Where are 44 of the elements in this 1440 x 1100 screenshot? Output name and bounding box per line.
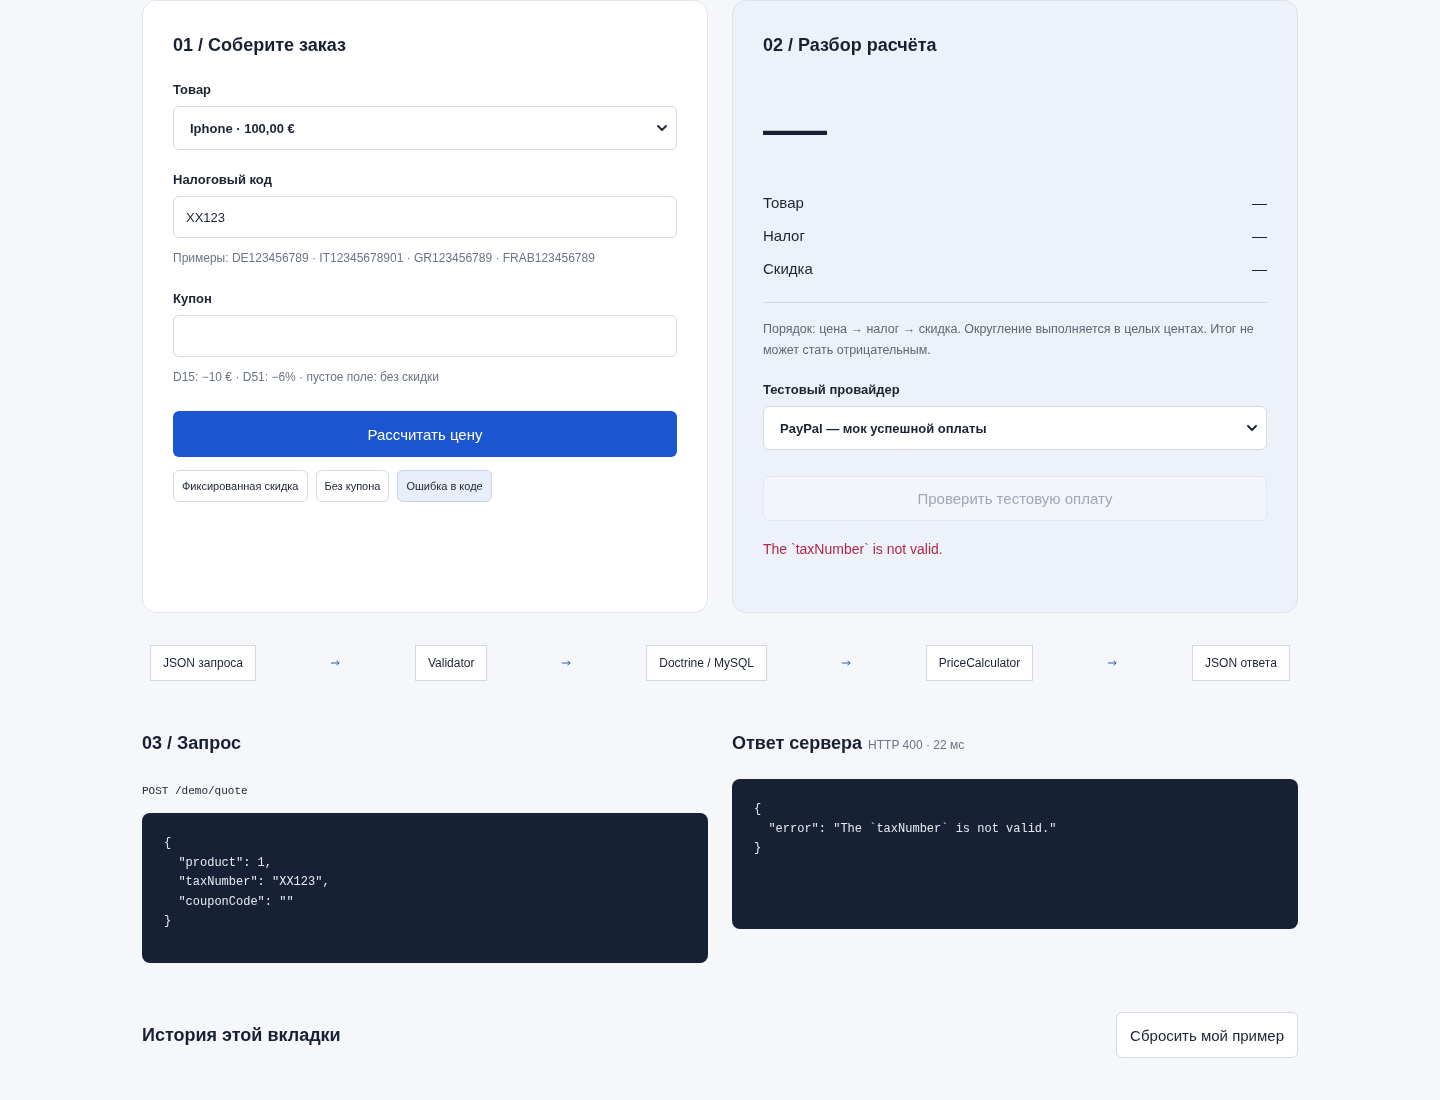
- arrow-right-icon: [562, 660, 572, 666]
- section-title: 03 / Запрос: [142, 732, 242, 755]
- pipeline-step: Doctrine / MySQL: [646, 645, 767, 681]
- field-hint: Примеры: DE123456789 · IT12345678901 · GR123456789 · FRAB123456789: [173, 250, 596, 267]
- breakdown-value: —: [1252, 260, 1267, 277]
- arrow-right-icon: [1108, 660, 1118, 666]
- request-json-code: { "product": 1, "taxNumber": "XX123", "couponCode": "" }: [142, 813, 708, 963]
- total-amount: —: [763, 95, 827, 159]
- calculation-note: Порядок: цена → налог → скидка. Округление выполняется в целых центах. Итог не может стать отрицательным.: [763, 321, 1255, 359]
- field-hint: D15: −10 € · D51: −6% · пустое поле: без скидки: [173, 369, 440, 386]
- field-label: Налоговый код: [173, 171, 273, 189]
- section-title: История этой вкладки: [142, 1024, 341, 1047]
- section-title: Ответ сервера: [732, 732, 863, 755]
- preset-chip[interactable]: Фиксированная скидка: [173, 470, 308, 502]
- reset-button[interactable]: Сбросить мой пример: [1116, 1012, 1298, 1058]
- section-title: 01 / Соберите заказ: [173, 34, 347, 57]
- request-endpoint: POST /demo/quote: [142, 784, 248, 799]
- pipeline-step: JSON ответа: [1192, 645, 1290, 681]
- breakdown-value: —: [1252, 194, 1267, 211]
- calculate-button[interactable]: Рассчитать цену: [173, 411, 677, 457]
- arrow-right-icon: [841, 660, 851, 666]
- response-status: HTTP 400 · 22 мс: [868, 738, 965, 752]
- pipeline-step: Validator: [414, 645, 488, 681]
- product-select[interactable]: Iphone · 100,00 €: [173, 106, 677, 150]
- coupon-field[interactable]: [173, 315, 677, 357]
- breakdown-label: Скидка: [763, 260, 813, 277]
- chevron-down-icon: [1247, 425, 1257, 431]
- breakdown-value: —: [1252, 227, 1267, 244]
- breakdown-label: Налог: [763, 227, 805, 244]
- error-message: The `taxNumber` is not valid.: [763, 540, 944, 559]
- field-label: Тестовый провайдер: [763, 381, 901, 399]
- tax-number-field[interactable]: XX123: [173, 196, 677, 238]
- chevron-down-icon: [657, 125, 667, 131]
- preset-chip[interactable]: Ошибка в коде: [397, 470, 492, 502]
- section-title: 02 / Разбор расчёта: [763, 34, 938, 57]
- arrow-right-icon: [331, 660, 340, 666]
- field-label: Товар: [173, 81, 213, 99]
- field-label: Купон: [173, 290, 213, 308]
- pipeline-step: JSON запроса: [150, 645, 257, 681]
- breakdown-label: Товар: [763, 194, 804, 211]
- pipeline-step: PriceCalculator: [925, 645, 1034, 681]
- response-json-code: { "error": "The `taxNumber` is not valid." }: [732, 779, 1298, 929]
- preset-chip[interactable]: Без купона: [315, 470, 390, 502]
- provider-select[interactable]: PayPal — мок успешной оплаты: [763, 406, 1267, 450]
